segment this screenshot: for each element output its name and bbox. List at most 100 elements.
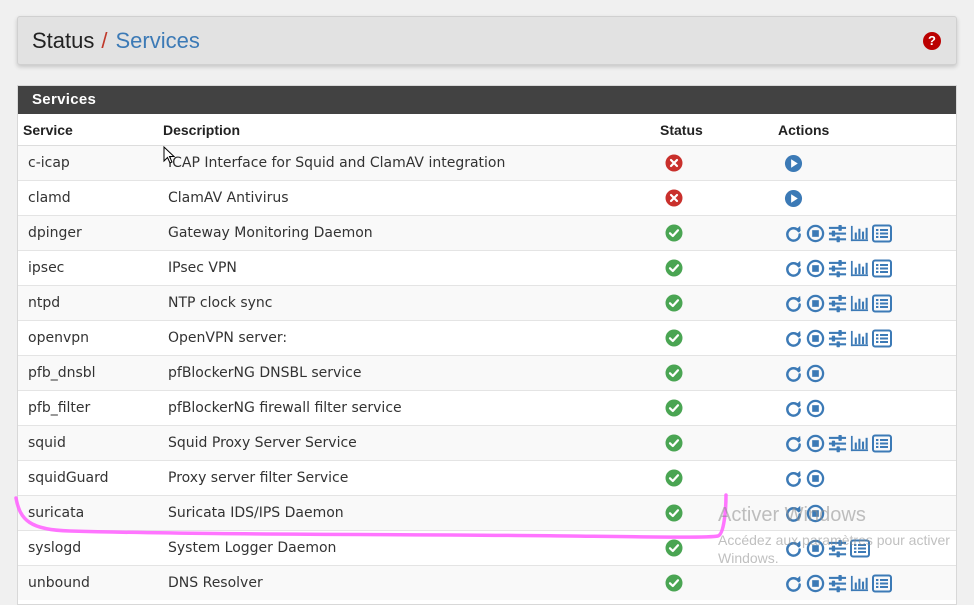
actions-cell	[778, 215, 956, 251]
status-cell	[660, 390, 778, 426]
restart-icon[interactable]	[784, 399, 803, 418]
column-header-status: Status	[660, 114, 778, 146]
status-cell	[660, 250, 778, 286]
logs-list-icon[interactable]	[872, 434, 892, 453]
table-row: pfb_filter pfBlockerNG firewall filter se…	[18, 390, 956, 426]
service-name: pfb_dnsbl	[18, 355, 163, 391]
question-circle-icon[interactable]: ?	[923, 32, 941, 50]
service-description: ICAP Interface for Squid and ClamAV inte…	[163, 145, 660, 181]
table-row: squid Squid Proxy Server Service	[18, 425, 956, 461]
table-row: syslogd System Logger Daemon	[18, 530, 956, 566]
restart-icon[interactable]	[784, 259, 803, 278]
status-chart-icon[interactable]	[850, 329, 869, 348]
restart-icon[interactable]	[784, 539, 803, 558]
stop-icon[interactable]	[806, 399, 825, 418]
restart-icon[interactable]	[784, 224, 803, 243]
stop-icon[interactable]	[806, 504, 825, 523]
status-cell	[660, 565, 778, 600]
service-name: squid	[18, 425, 163, 461]
stop-icon[interactable]	[806, 434, 825, 453]
status-cell	[660, 320, 778, 356]
stopped-x-icon	[665, 189, 683, 207]
logs-list-icon[interactable]	[872, 224, 892, 243]
table-row: pfb_dnsbl pfBlockerNG DNSBL service	[18, 355, 956, 391]
settings-sliders-icon[interactable]	[828, 329, 847, 348]
service-description: Gateway Monitoring Daemon	[163, 215, 660, 251]
service-description: Proxy server filter Service	[163, 460, 660, 496]
actions-cell	[778, 320, 956, 356]
service-name: ipsec	[18, 250, 163, 286]
actions-cell	[778, 495, 956, 531]
status-cell	[660, 180, 778, 216]
service-description: Suricata IDS/IPS Daemon	[163, 495, 660, 531]
status-cell	[660, 355, 778, 391]
stop-icon[interactable]	[806, 294, 825, 313]
stop-icon[interactable]	[806, 329, 825, 348]
running-check-icon	[665, 504, 683, 522]
settings-sliders-icon[interactable]	[828, 539, 847, 558]
play-icon[interactable]	[784, 154, 803, 173]
logs-list-icon[interactable]	[850, 539, 870, 558]
restart-icon[interactable]	[784, 574, 803, 593]
status-cell	[660, 425, 778, 461]
service-description: pfBlockerNG firewall filter service	[163, 390, 660, 426]
logs-list-icon[interactable]	[872, 294, 892, 313]
restart-icon[interactable]	[784, 364, 803, 383]
service-description: DNS Resolver	[163, 565, 660, 600]
settings-sliders-icon[interactable]	[828, 259, 847, 278]
table-row: ntpd NTP clock sync	[18, 285, 956, 321]
settings-sliders-icon[interactable]	[828, 574, 847, 593]
running-check-icon	[665, 294, 683, 312]
service-description: IPsec VPN	[163, 250, 660, 286]
stop-icon[interactable]	[806, 259, 825, 278]
service-name: openvpn	[18, 320, 163, 356]
settings-sliders-icon[interactable]	[828, 224, 847, 243]
table-row: clamd ClamAV Antivirus	[18, 180, 956, 216]
play-icon[interactable]	[784, 189, 803, 208]
running-check-icon	[665, 259, 683, 277]
running-check-icon	[665, 224, 683, 242]
status-chart-icon[interactable]	[850, 434, 869, 453]
breadcrumb-separator: /	[101, 27, 108, 53]
settings-sliders-icon[interactable]	[828, 434, 847, 453]
actions-cell	[778, 425, 956, 461]
panel-title: Services	[18, 86, 956, 114]
status-chart-icon[interactable]	[850, 259, 869, 278]
running-check-icon	[665, 329, 683, 347]
actions-cell	[778, 460, 956, 496]
running-check-icon	[665, 539, 683, 557]
stop-icon[interactable]	[806, 364, 825, 383]
restart-icon[interactable]	[784, 434, 803, 453]
stop-icon[interactable]	[806, 469, 825, 488]
settings-sliders-icon[interactable]	[828, 294, 847, 313]
table-row: unbound DNS Resolver	[18, 565, 956, 600]
stop-icon[interactable]	[806, 539, 825, 558]
page-header-bar: Status / Services ?	[17, 16, 957, 65]
table-row: dpinger Gateway Monitoring Daemon	[18, 215, 956, 251]
service-name: ntpd	[18, 285, 163, 321]
status-chart-icon[interactable]	[850, 224, 869, 243]
column-header-actions: Actions	[778, 114, 956, 146]
service-name: squidGuard	[18, 460, 163, 496]
stop-icon[interactable]	[806, 574, 825, 593]
restart-icon[interactable]	[784, 294, 803, 313]
status-chart-icon[interactable]	[850, 574, 869, 593]
service-description: pfBlockerNG DNSBL service	[163, 355, 660, 391]
restart-icon[interactable]	[784, 329, 803, 348]
status-chart-icon[interactable]	[850, 294, 869, 313]
restart-icon[interactable]	[784, 469, 803, 488]
logs-list-icon[interactable]	[872, 574, 892, 593]
logs-list-icon[interactable]	[872, 329, 892, 348]
column-header-description: Description	[163, 114, 660, 146]
service-description: OpenVPN server:	[163, 320, 660, 356]
table-row: openvpn OpenVPN server:	[18, 320, 956, 356]
service-name: c-icap	[18, 145, 163, 181]
status-cell	[660, 495, 778, 531]
stop-icon[interactable]	[806, 224, 825, 243]
service-name: unbound	[18, 565, 163, 600]
logs-list-icon[interactable]	[872, 259, 892, 278]
breadcrumb-current-link[interactable]: Services	[116, 28, 200, 54]
service-name: clamd	[18, 180, 163, 216]
restart-icon[interactable]	[784, 504, 803, 523]
status-cell	[660, 145, 778, 181]
